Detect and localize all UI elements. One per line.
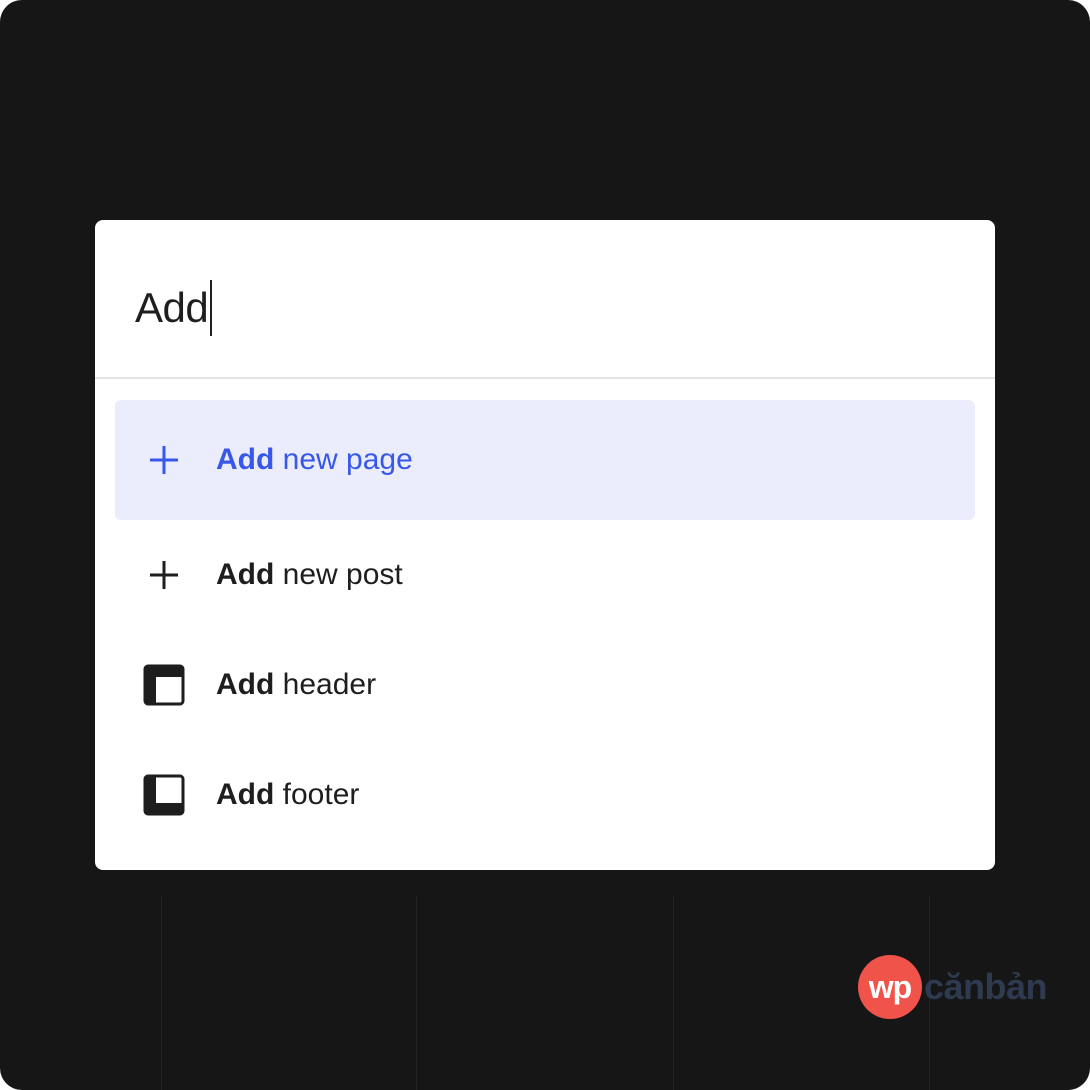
watermark-badge: wp — [858, 955, 922, 1019]
search-query: Add — [135, 284, 209, 331]
result-label: Add new post — [216, 558, 403, 592]
command-palette: Add Add new page Add new post Add header… — [95, 220, 995, 870]
watermark-text: cănbản — [924, 966, 1048, 1007]
divider-line — [673, 895, 674, 1090]
plus-icon — [143, 439, 185, 481]
divider-line — [161, 895, 162, 1090]
result-keyword: Add — [216, 443, 275, 476]
result-keyword: Add — [216, 558, 275, 591]
result-label: Add header — [216, 668, 376, 702]
result-add-new-page[interactable]: Add new page — [115, 400, 975, 520]
header-layout-icon — [143, 664, 185, 706]
results-list: Add new page Add new post Add header Add… — [115, 400, 975, 850]
result-keyword: Add — [216, 778, 275, 811]
backdrop: Add Add new page Add new post Add header… — [0, 0, 1090, 1090]
search-input[interactable]: Add — [135, 280, 213, 336]
result-label: Add new page — [216, 443, 413, 477]
result-add-footer[interactable]: Add footer — [115, 740, 975, 850]
result-label: Add footer — [216, 778, 359, 812]
text-caret — [210, 280, 213, 336]
result-rest: header — [274, 668, 377, 701]
result-add-new-post[interactable]: Add new post — [115, 520, 975, 630]
watermark-logo: wp cănbản — [858, 955, 1048, 1019]
footer-layout-icon — [143, 774, 185, 816]
result-rest: new page — [274, 443, 413, 476]
plus-icon — [143, 554, 185, 596]
result-add-header[interactable]: Add header — [115, 630, 975, 740]
search-row[interactable]: Add — [95, 220, 995, 379]
result-keyword: Add — [216, 668, 275, 701]
result-rest: footer — [274, 778, 360, 811]
divider-line — [416, 895, 417, 1090]
result-rest: new post — [274, 558, 403, 591]
